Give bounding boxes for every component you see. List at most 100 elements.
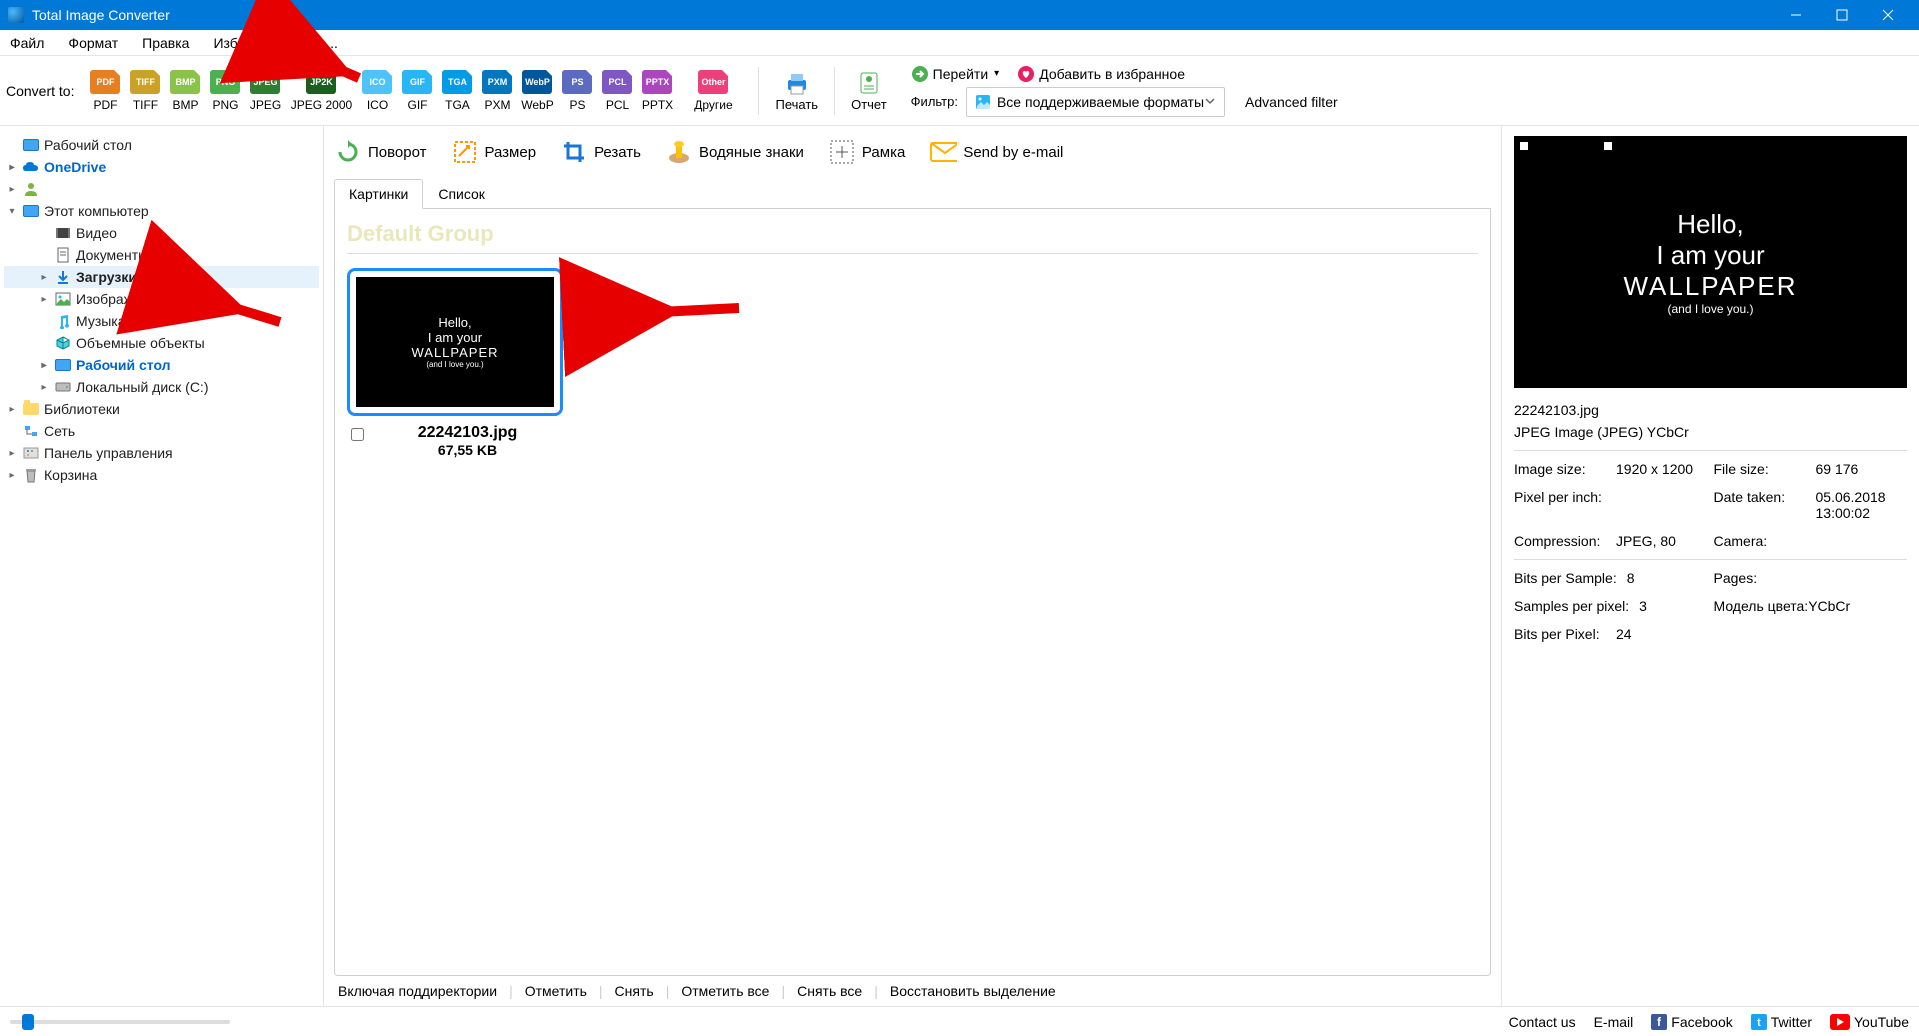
heart-icon	[1017, 65, 1035, 83]
format-ico[interactable]: ICOICO	[358, 70, 396, 112]
youtube-link[interactable]: YouTube	[1830, 1014, 1909, 1030]
tree-item-user[interactable]: ▸	[4, 178, 319, 200]
tree-item-библиотеки[interactable]: ▸Библиотеки	[4, 398, 319, 420]
format-label: PXM	[484, 98, 510, 112]
tree-label: Музыка	[76, 313, 126, 329]
info-cell: Camera:	[1714, 533, 1908, 549]
action-resize[interactable]: Размер	[451, 138, 537, 166]
tree-item-рабочий-стол[interactable]: ▸Рабочий стол	[4, 354, 319, 376]
thumbnail-card[interactable]: Hello, I am your WALLPAPER (and I love y…	[347, 268, 563, 458]
add-favorite-button[interactable]: Добавить в избранное	[1017, 65, 1185, 83]
tree-item-корзина[interactable]: ▸Корзина	[4, 464, 319, 486]
print-button[interactable]: Печать	[769, 69, 824, 112]
separator: |	[666, 983, 670, 999]
tree-item-объемные-объекты[interactable]: Объемные объекты	[4, 332, 319, 354]
close-button[interactable]	[1865, 0, 1911, 30]
format-bmp[interactable]: BMPBMP	[166, 70, 204, 112]
menu-favorites[interactable]: Избранное	[209, 33, 288, 53]
advanced-filter-link[interactable]: Advanced filter	[1245, 94, 1338, 110]
format-pxm[interactable]: PXMPXM	[478, 70, 516, 112]
action-rotate[interactable]: Поворот	[334, 138, 427, 166]
monitor-icon	[22, 137, 40, 153]
footer-action-0[interactable]: Включая поддиректории	[338, 983, 497, 999]
format-webp[interactable]: WebPWebP	[518, 70, 556, 112]
footer-action-3[interactable]: Отметить все	[681, 983, 769, 999]
format-jpeg2000[interactable]: JP2KJPEG 2000	[286, 70, 356, 112]
format-gif[interactable]: GIFGIF	[398, 70, 436, 112]
menu-edit[interactable]: Правка	[138, 33, 193, 53]
tree-item-музыка[interactable]: Музыка	[4, 310, 319, 332]
format-icon: PNG	[210, 70, 240, 94]
format-icon: GIF	[402, 70, 432, 94]
preview-text-3: WALLPAPER	[1623, 271, 1797, 302]
image-icon	[975, 94, 991, 110]
report-button[interactable]: Отчет	[845, 69, 893, 112]
contact-link[interactable]: Contact us	[1509, 1014, 1576, 1030]
email-link[interactable]: E-mail	[1594, 1014, 1634, 1030]
action-watermark[interactable]: Водяные знаки	[665, 138, 804, 166]
format-tiff[interactable]: TIFFTIFF	[126, 70, 164, 112]
footer-action-1[interactable]: Отметить	[525, 983, 587, 999]
format-другие[interactable]: OtherДругие	[678, 70, 748, 112]
twitter-label: Twitter	[1771, 1014, 1812, 1030]
format-pdf[interactable]: PDFPDF	[86, 70, 124, 112]
info-cell: Модель цвета:YCbCr	[1714, 598, 1908, 614]
toolbar-separator	[834, 67, 835, 115]
tree-label: Рабочий стол	[44, 137, 132, 153]
info-value: 24	[1616, 626, 1632, 642]
format-jpeg[interactable]: JPEGJPEG	[246, 70, 284, 112]
footer-action-5[interactable]: Восстановить выделение	[890, 983, 1056, 999]
preview-text-2: I am your	[1656, 240, 1764, 271]
action-crop[interactable]: Резать	[560, 138, 641, 166]
preview-image: Hello, I am your WALLPAPER (and I love y…	[1514, 136, 1907, 388]
menu-file[interactable]: Файл	[6, 33, 48, 53]
info-key: Camera:	[1714, 533, 1806, 549]
action-mail[interactable]: Send by e-mail	[929, 138, 1063, 166]
filter-select[interactable]: Все поддерживаемые форматы	[966, 87, 1225, 117]
mail-icon	[929, 138, 957, 166]
action-frame[interactable]: Рамка	[828, 138, 905, 166]
tree-item-загрузки[interactable]: ▸Загрузки	[4, 266, 319, 288]
preview-text-1: Hello,	[1677, 209, 1743, 240]
footer-action-4[interactable]: Снять все	[797, 983, 862, 999]
action-label: Водяные знаки	[699, 144, 804, 161]
minimize-button[interactable]	[1773, 0, 1819, 30]
filter-value: Все поддерживаемые форматы	[997, 94, 1204, 110]
facebook-link[interactable]: fFacebook	[1651, 1014, 1732, 1030]
tree-label: Библиотеки	[44, 401, 120, 417]
menu-format[interactable]: Формат	[64, 33, 122, 53]
tree-item-панель-управления[interactable]: ▸Панель управления	[4, 442, 319, 464]
info-cell: Bits per Sample:8	[1514, 570, 1708, 586]
expand-icon: ▸	[6, 162, 18, 173]
tab-list[interactable]: Список	[423, 179, 500, 209]
tree-item-документы[interactable]: Документы	[4, 244, 319, 266]
goto-button[interactable]: Перейти▾	[911, 65, 1000, 83]
maximize-button[interactable]	[1819, 0, 1865, 30]
format-icon: TIFF	[130, 70, 160, 94]
format-png[interactable]: PNGPNG	[206, 70, 244, 112]
tree-item-сеть[interactable]: Сеть	[4, 420, 319, 442]
format-pcl[interactable]: PCLPCL	[598, 70, 636, 112]
tree-item-этот-компьютер[interactable]: ▾Этот компьютер	[4, 200, 319, 222]
footer-action-2[interactable]: Снять	[615, 983, 654, 999]
format-pptx[interactable]: PPTXPPTX	[638, 70, 676, 112]
tab-pictures[interactable]: Картинки	[334, 179, 423, 209]
tree-item-локальный-диск-c-[interactable]: ▸Локальный диск (C:)	[4, 376, 319, 398]
tree-item-onedrive[interactable]: ▸OneDrive	[4, 156, 319, 178]
tree-item-изображения[interactable]: ▸Изображения	[4, 288, 319, 310]
format-ps[interactable]: PSPS	[558, 70, 596, 112]
zoom-slider[interactable]	[10, 1020, 230, 1024]
format-tga[interactable]: TGATGA	[438, 70, 476, 112]
twitter-link[interactable]: tTwitter	[1751, 1014, 1812, 1030]
tree-label: Изображения	[76, 291, 164, 307]
format-label: JPEG	[250, 98, 281, 112]
tree-item-рабочий-стол[interactable]: Рабочий стол	[4, 134, 319, 156]
thumbnail-checkbox[interactable]	[351, 428, 364, 441]
thumb-text-4: (and I love you.)	[426, 360, 483, 369]
tree-item-видео[interactable]: Видео	[4, 222, 319, 244]
menu-help[interactable]: По...	[304, 33, 342, 53]
doc-icon	[54, 247, 72, 263]
info-cell: Date taken:05.06.2018 13:00:02	[1714, 489, 1908, 521]
thumb-text-3: WALLPAPER	[411, 345, 498, 360]
info-key: Date taken:	[1714, 489, 1806, 521]
